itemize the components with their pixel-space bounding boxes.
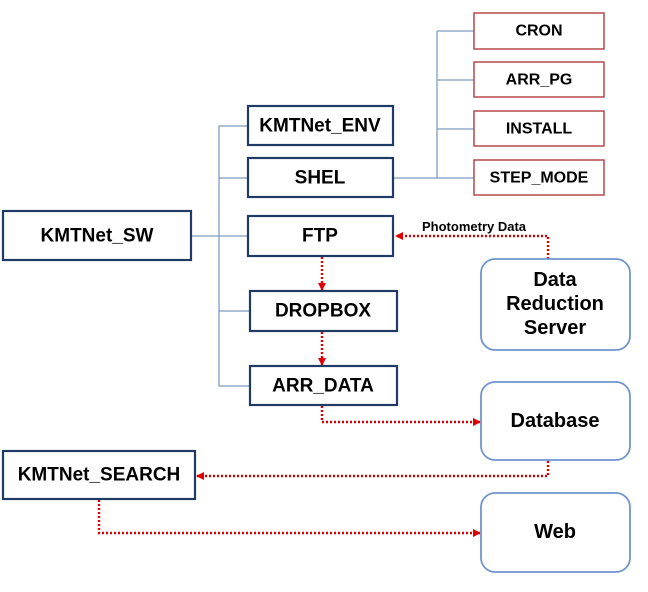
tree-connectors bbox=[191, 30, 474, 387]
search-to-web-arrow bbox=[97, 500, 481, 537]
svg-text:CRON: CRON bbox=[515, 23, 562, 40]
svg-text:Reduction: Reduction bbox=[506, 293, 604, 315]
node-arr-data: ARR_DATA bbox=[248, 364, 399, 407]
node-install: INSTALL bbox=[473, 110, 605, 147]
svg-text:INSTALL: INSTALL bbox=[506, 121, 573, 138]
node-step-mode: STEP_MODE bbox=[473, 159, 605, 196]
photometry-data-label: Photometry Data bbox=[422, 219, 527, 234]
svg-text:KMTNet_ENV: KMTNet_ENV bbox=[259, 116, 381, 137]
node-dropbox: DROPBOX bbox=[248, 289, 399, 333]
svg-text:FTP: FTP bbox=[302, 226, 338, 247]
svg-text:ARR_PG: ARR_PG bbox=[506, 72, 573, 89]
svg-text:Server: Server bbox=[524, 317, 586, 339]
node-ftp: FTP bbox=[246, 214, 395, 258]
arrdata-to-database-arrow bbox=[320, 406, 481, 426]
svg-text:STEP_MODE: STEP_MODE bbox=[490, 170, 589, 187]
svg-text:ARR_DATA: ARR_DATA bbox=[272, 376, 374, 397]
node-kmtnet-env: KMTNet_ENV bbox=[246, 104, 395, 147]
node-arr-pg: ARR_PG bbox=[473, 61, 605, 98]
svg-text:KMTNet_SW: KMTNet_SW bbox=[41, 226, 154, 247]
software-structure-diagram: Photometry Data KMTNet_SW KMTNet_ENV SHE… bbox=[1, 12, 631, 573]
svg-text:Database: Database bbox=[511, 410, 600, 432]
svg-text:KMTNet_SEARCH: KMTNet_SEARCH bbox=[18, 465, 181, 486]
node-database: Database bbox=[480, 381, 631, 461]
svg-text:Data: Data bbox=[533, 269, 577, 291]
svg-text:DROPBOX: DROPBOX bbox=[275, 301, 371, 322]
database-to-search-arrow bbox=[196, 461, 550, 480]
node-cron: CRON bbox=[473, 12, 605, 50]
photometry-flow-arrow bbox=[395, 232, 550, 259]
node-kmtnet-search: KMTNet_SEARCH bbox=[1, 449, 197, 501]
svg-text:SHEL: SHEL bbox=[295, 168, 346, 189]
node-kmtnet-sw: KMTNet_SW bbox=[1, 209, 193, 262]
svg-text:Web: Web bbox=[534, 521, 576, 543]
node-web: Web bbox=[480, 492, 631, 573]
node-data-reduction-server: Data Reduction Server bbox=[480, 258, 631, 351]
node-shel: SHEL bbox=[246, 156, 395, 199]
